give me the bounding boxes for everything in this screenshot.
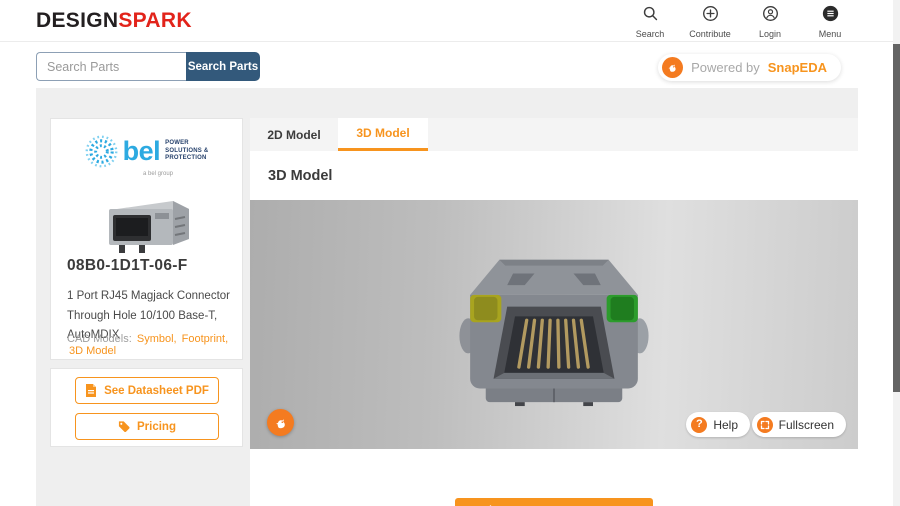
designspark-logo[interactable]: DESIGNSPARK [36, 9, 192, 33]
bel-tagline-line3: PROTECTION [165, 155, 208, 163]
powered-by-snapeda-badge[interactable]: Powered by SnapEDA [658, 54, 841, 81]
search-icon [642, 5, 659, 27]
cad-models-line: CAD Models: Symbol, Footprint, 3D Model [67, 333, 242, 357]
see-datasheet-pdf-button[interactable]: See Datasheet PDF [75, 377, 219, 404]
nav-menu[interactable]: Menu [807, 5, 853, 39]
scrollbar-thumb[interactable] [893, 44, 900, 392]
bel-group-subtext: a bel group [143, 171, 173, 177]
search-parts-input[interactable] [36, 52, 186, 81]
nav-search-label: Search [636, 29, 665, 39]
panel-heading: 3D Model [268, 168, 332, 184]
pricing-button[interactable]: Pricing [75, 413, 219, 440]
header-nav: Search Contribute Login Menu [627, 5, 853, 39]
search-row: Search Parts Powered by SnapEDA [0, 42, 893, 88]
bel-tagline-line1: POWER [165, 140, 208, 148]
top-header: DESIGNSPARK Search Contribute Login Menu [0, 0, 893, 42]
pricing-label: Pricing [137, 421, 176, 433]
search-group: Search Parts [36, 52, 260, 81]
cad-models-label: CAD Models: [67, 333, 132, 345]
fullscreen-button[interactable]: Fullscreen [752, 412, 846, 437]
snapeda-mascot-icon [273, 415, 289, 431]
scrollbar-track[interactable] [893, 0, 900, 506]
price-tag-icon [118, 420, 130, 433]
product-photo [99, 195, 195, 257]
product-card: bel POWER SOLUTIONS & PROTECTION a bel g… [50, 118, 243, 360]
tab-3d-model[interactable]: 3D Model [338, 118, 428, 151]
bel-tagline-line2: SOLUTIONS & [165, 148, 208, 156]
nav-login[interactable]: Login [747, 5, 793, 39]
logo-text-design: DESIGN [36, 9, 118, 32]
nav-contribute[interactable]: Contribute [687, 5, 733, 39]
nav-menu-label: Menu [819, 29, 842, 39]
logo-text-spark: SPARK [118, 9, 191, 32]
nav-login-label: Login [759, 29, 781, 39]
nav-contribute-label: Contribute [689, 29, 731, 39]
bel-tagline: POWER SOLUTIONS & PROTECTION [165, 140, 208, 163]
bel-wordmark: bel [123, 138, 161, 165]
pdf-file-icon [85, 384, 97, 397]
search-parts-button[interactable]: Search Parts [186, 52, 260, 81]
cad-link-footprint[interactable]: Footprint, [182, 333, 228, 345]
nav-search[interactable]: Search [627, 5, 673, 39]
part-number: 08B0-1D1T-06-F [67, 257, 188, 275]
bel-logo-icon [85, 135, 118, 168]
menu-icon [822, 5, 839, 27]
snapeda-viewer-logo[interactable] [267, 409, 294, 436]
model-panel-body: 3D Model [250, 151, 858, 506]
actions-card: See Datasheet PDF Pricing [50, 368, 243, 447]
snapeda-mascot-icon [662, 57, 683, 78]
help-question-glyph: ? [696, 419, 703, 430]
powered-by-text: Powered by [691, 60, 760, 75]
help-label: Help [713, 418, 738, 432]
bel-logo: bel POWER SOLUTIONS & PROTECTION [51, 135, 242, 168]
model-tab-bar: 2D Model 3D Model [250, 118, 858, 151]
contribute-icon [702, 5, 719, 27]
cad-link-symbol[interactable]: Symbol, [137, 333, 177, 345]
page: DESIGNSPARK Search Contribute Login Menu [0, 0, 900, 506]
model-panel: 2D Model 3D Model 3D Model [250, 118, 858, 506]
help-button[interactable]: ? Help [686, 412, 750, 437]
fullscreen-label: Fullscreen [779, 418, 834, 432]
3d-viewer-canvas[interactable]: ? Help Fullscreen [250, 200, 858, 449]
help-icon: ? [691, 417, 707, 433]
tab-2d-model[interactable]: 2D Model [250, 118, 338, 151]
fullscreen-icon [757, 417, 773, 433]
rj45-3d-model[interactable] [456, 252, 652, 408]
snapeda-brand-text: SnapEDA [768, 60, 827, 75]
see-datasheet-pdf-label: See Datasheet PDF [104, 385, 209, 397]
content-container: bel POWER SOLUTIONS & PROTECTION a bel g… [36, 88, 858, 506]
login-icon [762, 5, 779, 27]
cad-link-3d-model[interactable]: 3D Model [69, 345, 116, 357]
download-3d-model-button[interactable]: Download 3D Model [455, 498, 653, 506]
